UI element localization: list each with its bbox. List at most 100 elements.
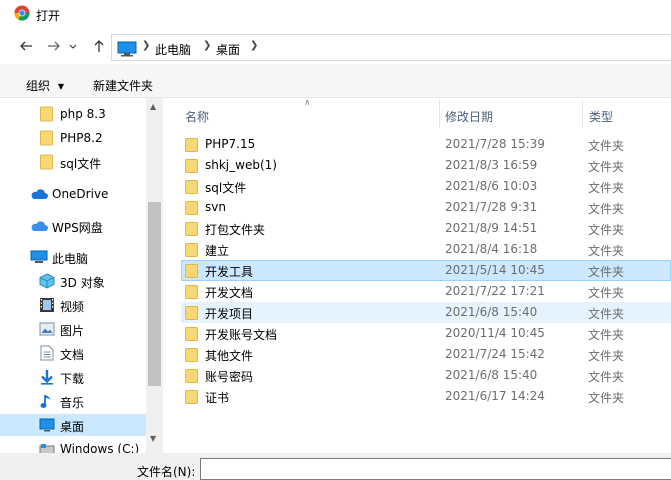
file-row[interactable]: 建立 2021/8/4 16:18 文件夹 bbox=[181, 239, 671, 260]
folder-icon bbox=[185, 264, 198, 278]
file-date: 2021/7/28 9:31 bbox=[445, 200, 538, 214]
nav-item-3d-objects[interactable]: 3D 对象 bbox=[0, 270, 146, 292]
column-header-type[interactable]: 类型 bbox=[589, 108, 613, 125]
scroll-thumb[interactable] bbox=[148, 202, 161, 386]
file-name: 开发工具 bbox=[205, 265, 254, 279]
nav-item-documents[interactable]: 文档 bbox=[0, 342, 146, 364]
file-row-hover[interactable]: 开发项目 2021/6/8 15:40 文件夹 bbox=[181, 302, 671, 323]
column-header-name[interactable]: 名称 bbox=[185, 108, 209, 125]
file-date: 2021/8/4 16:18 bbox=[445, 242, 538, 256]
filename-bar: 文件名(N): bbox=[0, 453, 671, 480]
file-date: 2021/8/6 10:03 bbox=[445, 179, 538, 193]
computer-icon bbox=[117, 41, 137, 57]
forward-arrow-icon[interactable] bbox=[46, 38, 62, 54]
nav-item-label: 3D 对象 bbox=[60, 276, 105, 290]
folder-icon bbox=[185, 201, 198, 215]
file-type: 文件夹 bbox=[588, 349, 625, 363]
folder-icon bbox=[185, 348, 198, 362]
filename-label: 文件名(N): bbox=[137, 465, 196, 479]
nav-item-label: 视频 bbox=[60, 300, 85, 314]
chrome-icon bbox=[14, 5, 30, 21]
back-arrow-icon[interactable] bbox=[18, 38, 34, 54]
folder-icon bbox=[40, 130, 53, 146]
nav-item-label: OneDrive bbox=[52, 187, 109, 201]
column-header-date[interactable]: 修改日期 bbox=[445, 108, 493, 125]
scroll-down-icon[interactable]: ▼ bbox=[150, 434, 156, 443]
file-row-selected[interactable]: 开发工具 2021/5/14 10:45 文件夹 bbox=[181, 260, 671, 281]
address-bar[interactable]: ❯ 此电脑 ❯ 桌面 ❯ bbox=[111, 34, 671, 61]
file-date: 2021/8/9 14:51 bbox=[445, 221, 538, 235]
file-type: 文件夹 bbox=[588, 391, 625, 405]
scroll-up-icon[interactable]: ▲ bbox=[150, 102, 156, 111]
file-row[interactable]: svn 2021/7/28 9:31 文件夹 bbox=[181, 197, 671, 218]
breadcrumb-this-pc[interactable]: 此电脑 bbox=[155, 41, 191, 58]
folder-icon bbox=[185, 390, 198, 404]
nav-item-downloads[interactable]: 下载 bbox=[0, 366, 146, 388]
file-row[interactable]: sql文件 2021/8/6 10:03 文件夹 bbox=[181, 176, 671, 197]
file-row[interactable]: 证书 2021/6/17 14:24 文件夹 bbox=[181, 386, 671, 407]
file-name: 开发账号文档 bbox=[205, 328, 278, 342]
nav-item-this-pc[interactable]: 此电脑 bbox=[0, 246, 146, 268]
column-divider[interactable] bbox=[439, 100, 440, 128]
file-row[interactable]: 其他文件 2021/7/24 15:42 文件夹 bbox=[181, 344, 671, 365]
recent-dropdown-icon[interactable] bbox=[68, 38, 78, 54]
file-name: shkj_web(1) bbox=[205, 158, 277, 172]
file-name: 账号密码 bbox=[205, 370, 254, 384]
folder-icon bbox=[185, 369, 198, 383]
file-type: 文件夹 bbox=[588, 139, 625, 153]
music-icon bbox=[40, 395, 51, 408]
nav-item-php83[interactable]: php 8.3 bbox=[0, 103, 146, 125]
up-arrow-icon[interactable] bbox=[91, 38, 107, 54]
file-row[interactable]: 开发文档 2021/7/22 17:21 文件夹 bbox=[181, 281, 671, 302]
file-date: 2021/7/28 15:39 bbox=[445, 137, 545, 151]
nav-item-music[interactable]: 音乐 bbox=[0, 390, 146, 412]
picture-icon bbox=[39, 322, 55, 336]
nav-item-onedrive[interactable]: OneDrive bbox=[0, 183, 146, 205]
file-row[interactable]: shkj_web(1) 2021/8/3 16:59 文件夹 bbox=[181, 155, 671, 176]
nav-item-wps[interactable]: WPS网盘 bbox=[0, 215, 146, 237]
nav-item-videos[interactable]: 视频 bbox=[0, 294, 146, 316]
file-row[interactable]: 开发账号文档 2020/11/4 10:45 文件夹 bbox=[181, 323, 671, 344]
file-date: 2021/6/8 15:40 bbox=[445, 368, 538, 382]
nav-item-pictures[interactable]: 图片 bbox=[0, 318, 146, 340]
file-type: 文件夹 bbox=[588, 160, 625, 174]
nav-scrollbar[interactable]: ▲ ▼ bbox=[146, 98, 163, 453]
filename-input[interactable] bbox=[200, 458, 671, 480]
file-type: 文件夹 bbox=[588, 370, 625, 384]
organize-button[interactable]: 组织 ▼ bbox=[26, 77, 64, 94]
file-type: 文件夹 bbox=[588, 286, 625, 300]
file-date: 2021/7/22 17:21 bbox=[445, 284, 545, 298]
nav-item-label: 此电脑 bbox=[52, 252, 89, 266]
nav-item-desktop[interactable]: 桌面 bbox=[0, 414, 146, 436]
file-type: 文件夹 bbox=[588, 328, 625, 342]
file-type: 文件夹 bbox=[588, 307, 625, 321]
file-row[interactable]: 打包文件夹 2021/8/9 14:51 文件夹 bbox=[181, 218, 671, 239]
folder-icon bbox=[185, 138, 198, 152]
navigation-pane: php 8.3 PHP8.2 sql文件 OneDrive WPS网盘 此电脑 … bbox=[0, 98, 163, 456]
onedrive-cloud-icon bbox=[31, 189, 48, 199]
nav-item-php82[interactable]: PHP8.2 bbox=[0, 127, 146, 149]
nav-item-sql[interactable]: sql文件 bbox=[0, 151, 146, 173]
document-icon bbox=[40, 345, 54, 361]
file-date: 2021/6/8 15:40 bbox=[445, 305, 538, 319]
file-type: 文件夹 bbox=[588, 244, 625, 258]
file-date: 2020/11/4 10:45 bbox=[445, 326, 545, 340]
file-list-pane: ∧ 名称 修改日期 类型 PHP7.15 2021/7/28 15:39 文件夹… bbox=[163, 98, 671, 453]
file-row[interactable]: PHP7.15 2021/7/28 15:39 文件夹 bbox=[181, 134, 671, 155]
address-row: ❯ 此电脑 ❯ 桌面 ❯ bbox=[0, 30, 671, 64]
chevron-down-icon: ▼ bbox=[57, 82, 64, 91]
nav-item-label: php 8.3 bbox=[60, 107, 106, 121]
folder-icon bbox=[185, 327, 198, 341]
breadcrumb-desktop[interactable]: 桌面 bbox=[216, 41, 240, 58]
file-row[interactable]: 账号密码 2021/6/8 15:40 文件夹 bbox=[181, 365, 671, 386]
folder-icon bbox=[185, 243, 198, 257]
column-header-row: ∧ 名称 修改日期 类型 bbox=[163, 98, 671, 130]
file-type: 文件夹 bbox=[588, 223, 625, 237]
file-name: PHP7.15 bbox=[205, 137, 256, 151]
breadcrumb-separator-icon[interactable]: ❯ bbox=[250, 40, 258, 51]
new-folder-button[interactable]: 新建文件夹 bbox=[93, 77, 153, 94]
video-icon bbox=[40, 298, 54, 312]
nav-item-label: sql文件 bbox=[60, 157, 102, 171]
column-divider[interactable] bbox=[582, 100, 583, 128]
folder-icon bbox=[40, 154, 53, 170]
